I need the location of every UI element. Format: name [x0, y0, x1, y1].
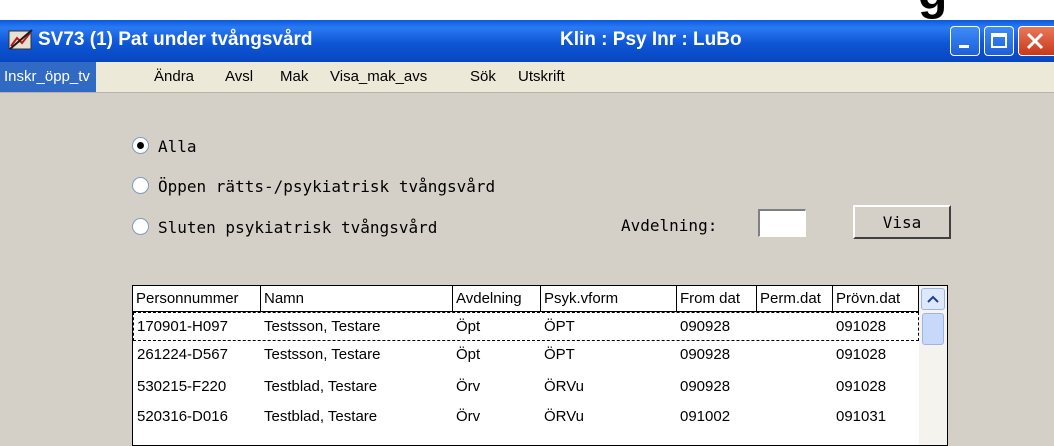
minimize-icon [959, 45, 969, 48]
column-header-namn[interactable]: Namn [261, 286, 453, 312]
patient-table: Personnummer Namn Avdelning Psyk.vform F… [132, 285, 948, 446]
table-cell[interactable]: 530215-F220 [137, 378, 226, 395]
table-cell[interactable]: 091002 [680, 408, 730, 425]
table-cell[interactable]: Testsson, Testare [264, 318, 380, 335]
maximize-icon [991, 33, 1007, 48]
radio-selected-dot [137, 142, 144, 149]
table-cell[interactable]: 091028 [836, 346, 886, 363]
scroll-thumb[interactable] [922, 313, 944, 345]
column-header-psyk-vform[interactable]: Psyk.vform [541, 286, 677, 312]
menu-bar: Inskr_öpp_tv Ändra Avsl Mak Visa_mak_avs… [0, 62, 1054, 93]
table-cell[interactable]: 090928 [680, 346, 730, 363]
menu-andra[interactable]: Ändra [154, 68, 194, 85]
radio-oppen-vard[interactable] [132, 177, 149, 194]
table-cell[interactable]: 090928 [680, 318, 730, 335]
table-cell[interactable]: ÖPT [544, 346, 575, 363]
app-icon [8, 29, 33, 50]
close-icon [1026, 32, 1044, 50]
minimize-button[interactable] [950, 26, 980, 56]
radio-sluten-vard[interactable] [132, 218, 149, 235]
radio-label-sluten-vard: Sluten psykiatrisk tvångsvård [158, 218, 438, 237]
menu-avsl[interactable]: Avsl [225, 68, 253, 85]
menu-mak[interactable]: Mak [280, 68, 308, 85]
avdelning-input[interactable] [758, 209, 806, 237]
avdelning-label: Avdelning: [621, 216, 718, 235]
radio-label-alla: Alla [158, 137, 197, 156]
table-cell[interactable]: 091031 [836, 408, 886, 425]
table-cell[interactable]: Öpt [456, 318, 480, 335]
column-header-perm-dat[interactable]: Perm.dat [757, 286, 833, 312]
menu-visa-mak-avs[interactable]: Visa_mak_avs [330, 68, 427, 85]
table-cell[interactable]: 091028 [836, 378, 886, 395]
table-cell[interactable]: 090928 [680, 378, 730, 395]
visa-button[interactable]: Visa [853, 205, 951, 239]
table-cell[interactable]: Örv [456, 408, 480, 425]
window-title: SV73 (1) Pat under tvångsvård [38, 29, 313, 50]
table-cell[interactable]: ÖRVu [544, 378, 584, 395]
table-cell[interactable]: Öpt [456, 346, 480, 363]
radio-label-oppen-vard: Öppen rätts-/psykiatrisk tvångsvård [158, 177, 496, 196]
table-cell[interactable]: 261224-D567 [137, 346, 228, 363]
radio-alla[interactable] [132, 137, 149, 154]
column-header-avdelning[interactable]: Avdelning [453, 286, 541, 312]
column-header-provn-dat[interactable]: Prövn.dat [833, 286, 919, 312]
column-header-personnummer[interactable]: Personnummer [133, 286, 261, 312]
table-cell[interactable]: Testblad, Testare [264, 378, 377, 395]
scroll-up-button[interactable] [921, 288, 945, 310]
table-cell[interactable]: 520316-D016 [137, 408, 228, 425]
chevron-up-icon [927, 295, 939, 303]
close-button[interactable] [1018, 26, 1054, 56]
column-header-from-dat[interactable]: From dat [677, 286, 757, 312]
table-cell[interactable]: Örv [456, 378, 480, 395]
maximize-button[interactable] [984, 26, 1014, 56]
table-cell[interactable]: 170901-H097 [137, 318, 228, 335]
background-text-fragment: g [918, 0, 947, 20]
table-cell[interactable]: Testblad, Testare [264, 408, 377, 425]
app-window: SV73 (1) Pat under tvångsvård Klin : Psy… [0, 20, 1054, 446]
table-cell[interactable]: ÖRVu [544, 408, 584, 425]
background-strip: g [0, 0, 1054, 20]
menu-utskrift[interactable]: Utskrift [518, 68, 565, 85]
menu-inskr-opp-tv[interactable]: Inskr_öpp_tv [0, 62, 96, 92]
table-cell[interactable]: 091028 [836, 318, 886, 335]
table-cell[interactable]: Testsson, Testare [264, 346, 380, 363]
table-cell[interactable]: ÖPT [544, 318, 575, 335]
menu-sok[interactable]: Sök [470, 68, 496, 85]
focused-row-outline [133, 312, 919, 341]
vertical-scrollbar[interactable] [919, 286, 947, 445]
title-bar[interactable]: SV73 (1) Pat under tvångsvård Klin : Psy… [0, 20, 1054, 62]
window-context: Klin : Psy Inr : LuBo [560, 29, 742, 50]
